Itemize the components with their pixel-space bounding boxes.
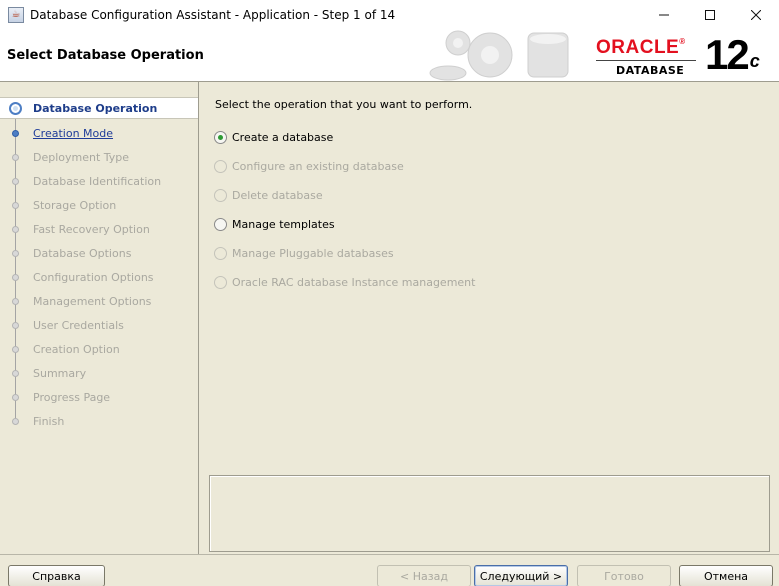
- step-fast-recovery-option: Fast Recovery Option: [0, 218, 198, 240]
- step-database-options: Database Options: [0, 242, 198, 264]
- step-label: Deployment Type: [33, 150, 130, 164]
- next-button[interactable]: Следующий >: [474, 565, 568, 586]
- step-label: User Credentials: [33, 318, 124, 332]
- step-indicator-icon: [12, 345, 19, 353]
- step-label: Database Identification: [33, 174, 162, 188]
- radio-icon: [214, 246, 227, 260]
- step-label: Database Operation: [33, 101, 158, 115]
- version-12c: 12 c: [705, 31, 760, 78]
- step-indicator-icon: [12, 417, 19, 425]
- step-indicator-icon: [12, 153, 19, 161]
- step-creation-mode[interactable]: Creation Mode: [0, 122, 198, 144]
- option-manage-pluggable-databases: Manage Pluggable databases: [214, 244, 394, 262]
- step-progress-page: Progress Page: [0, 386, 198, 408]
- step-indicator-icon: [12, 393, 19, 401]
- step-creation-option: Creation Option: [0, 338, 198, 360]
- option-delete-database: Delete database: [214, 186, 323, 204]
- minimize-icon: [659, 14, 669, 15]
- close-icon: [751, 9, 761, 20]
- option-rac-instance-management: Oracle RAC database Instance management: [214, 273, 475, 291]
- maximize-button[interactable]: [687, 0, 733, 29]
- step-label: Summary: [33, 366, 87, 380]
- option-manage-templates[interactable]: Manage templates: [214, 215, 335, 233]
- step-navigation-panel: Database Operation Creation Mode Deploym…: [0, 82, 199, 554]
- option-create-database[interactable]: Create a database: [214, 128, 333, 146]
- step-indicator-icon: [12, 201, 19, 209]
- step-database-identification: Database Identification: [0, 170, 198, 192]
- step-label: Fast Recovery Option: [33, 222, 150, 236]
- step-indicator-icon: [9, 101, 22, 115]
- radio-selected-icon[interactable]: [214, 130, 227, 144]
- option-label: Oracle RAC database Instance management: [232, 275, 476, 289]
- step-indicator-icon: [12, 129, 19, 137]
- option-label: Configure an existing database: [232, 159, 404, 173]
- step-summary: Summary: [0, 362, 198, 384]
- step-configuration-options: Configuration Options: [0, 266, 198, 288]
- description-panel: [209, 475, 770, 552]
- step-label: Database Options: [33, 246, 132, 260]
- step-database-operation[interactable]: Database Operation: [0, 97, 198, 119]
- step-indicator-icon: [12, 249, 19, 257]
- minimize-button[interactable]: [641, 0, 687, 29]
- maximize-icon: [705, 9, 715, 20]
- header-banner: Select Database Operation ORACLE® DATABA…: [0, 29, 779, 82]
- radio-icon: [214, 159, 227, 173]
- instruction-text: Select the operation that you want to pe…: [215, 98, 473, 111]
- step-storage-option: Storage Option: [0, 194, 198, 216]
- step-label: Progress Page: [33, 390, 111, 404]
- step-indicator-icon: [12, 297, 19, 305]
- help-button[interactable]: Справка: [8, 565, 105, 586]
- radio-icon: [214, 188, 227, 202]
- step-label: Management Options: [33, 294, 152, 308]
- back-button: < Назад: [377, 565, 471, 586]
- gears-database-illustration: [429, 30, 569, 81]
- window-titlebar: ☕ Database Configuration Assistant - App…: [0, 0, 779, 29]
- step-label: Creation Mode: [33, 126, 114, 140]
- step-indicator-icon: [12, 273, 19, 281]
- option-label: Create a database: [232, 130, 334, 144]
- step-indicator-icon: [12, 177, 19, 185]
- oracle-product: DATABASE: [616, 64, 685, 77]
- radio-icon: [214, 275, 227, 289]
- step-indicator-icon: [12, 225, 19, 233]
- option-label: Delete database: [232, 188, 323, 202]
- step-label: Creation Option: [33, 342, 120, 356]
- step-management-options: Management Options: [0, 290, 198, 312]
- main-content: Select the operation that you want to pe…: [200, 82, 779, 554]
- step-user-credentials: User Credentials: [0, 314, 198, 336]
- radio-icon[interactable]: [214, 217, 227, 231]
- step-finish: Finish: [0, 410, 198, 432]
- close-button[interactable]: [733, 0, 779, 29]
- cancel-button[interactable]: Отмена: [679, 565, 773, 586]
- option-label: Manage templates: [232, 217, 335, 231]
- step-deployment-type: Deployment Type: [0, 146, 198, 168]
- oracle-brand: ORACLE®: [596, 37, 686, 58]
- window-controls: [641, 0, 779, 29]
- logo-divider: [596, 60, 696, 61]
- java-app-icon: ☕: [8, 6, 24, 23]
- button-bar: Справка < Назад Следующий > Готово Отмен…: [0, 554, 779, 586]
- option-configure-existing-database: Configure an existing database: [214, 157, 404, 175]
- step-label: Finish: [33, 414, 65, 428]
- window-title: Database Configuration Assistant - Appli…: [30, 7, 396, 22]
- finish-button: Готово: [577, 565, 671, 586]
- step-label: Storage Option: [33, 198, 117, 212]
- step-label: Configuration Options: [33, 270, 154, 284]
- step-indicator-icon: [12, 369, 19, 377]
- option-label: Manage Pluggable databases: [232, 246, 394, 260]
- step-indicator-icon: [12, 321, 19, 329]
- page-title: Select Database Operation: [7, 48, 204, 63]
- oracle-database-logo: ORACLE® DATABASE: [592, 35, 700, 77]
